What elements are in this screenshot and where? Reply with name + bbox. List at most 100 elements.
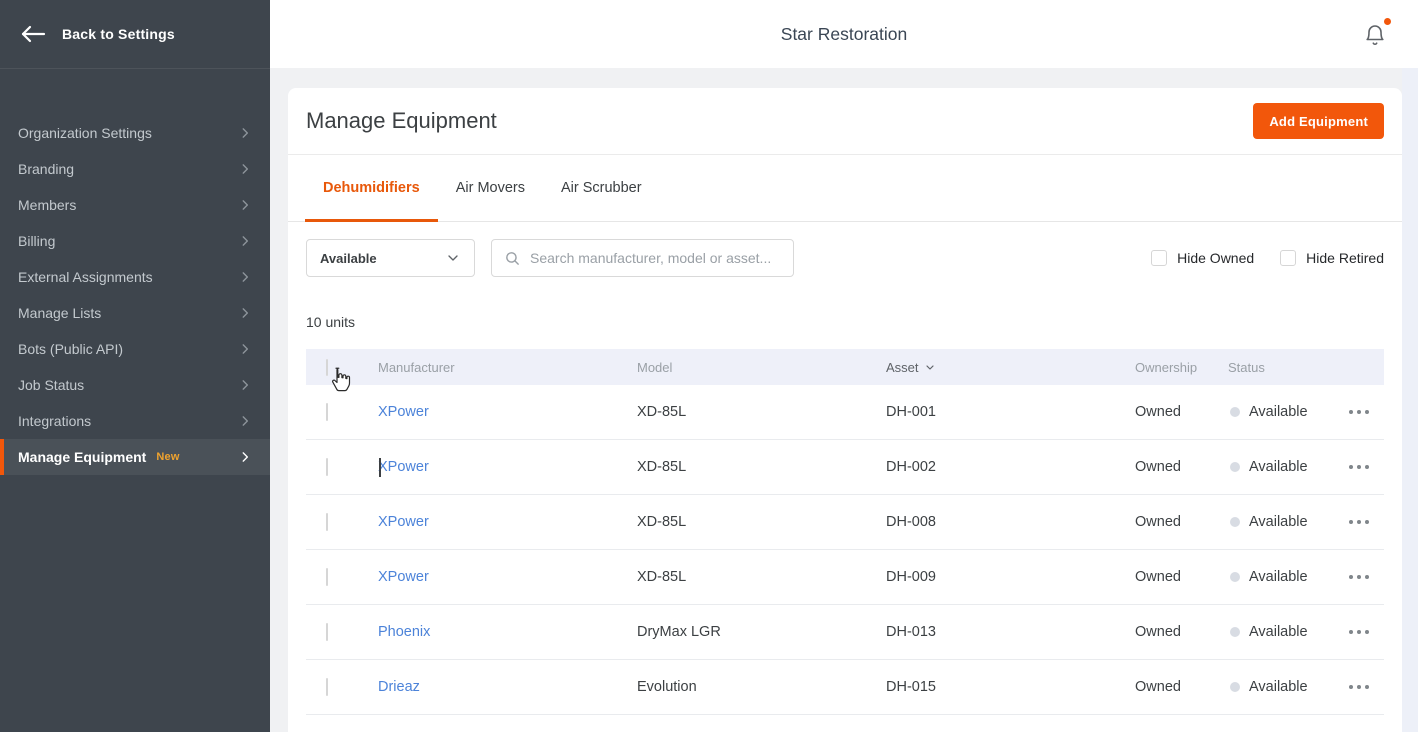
search-input[interactable] bbox=[530, 250, 781, 266]
model-cell: XD-85L bbox=[637, 404, 886, 420]
row-checkbox[interactable] bbox=[326, 568, 328, 586]
manufacturer-link[interactable]: XPower bbox=[378, 459, 429, 475]
ownership-cell: Owned bbox=[1135, 624, 1228, 640]
row-checkbox-cell bbox=[306, 569, 378, 585]
table-row: XPower XD-85L DH-009 Owned Available bbox=[306, 550, 1384, 605]
column-header-asset[interactable]: Asset bbox=[886, 360, 1135, 375]
top-bar: Star Restoration bbox=[270, 0, 1418, 68]
unread-notification-dot bbox=[1384, 18, 1391, 25]
model-cell: DryMax LGR bbox=[637, 624, 886, 640]
row-actions-menu-button[interactable] bbox=[1343, 402, 1375, 422]
sidebar-item-manage-equipment[interactable]: Manage Equipment New bbox=[0, 439, 270, 475]
units-count: 10 units bbox=[306, 314, 1384, 330]
ownership-cell: Owned bbox=[1135, 679, 1228, 695]
row-checkbox[interactable] bbox=[326, 403, 328, 421]
actions-cell bbox=[1343, 457, 1384, 477]
manufacturer-link[interactable]: XPower bbox=[378, 404, 429, 420]
tab-label: Dehumidifiers bbox=[323, 180, 420, 196]
filter-checkbox-hide-retired[interactable]: Hide Retired bbox=[1280, 250, 1384, 266]
chevron-right-icon bbox=[238, 378, 252, 392]
asset-cell: DH-013 bbox=[886, 624, 1135, 640]
status-cell: Available bbox=[1228, 514, 1343, 530]
sidebar-item-organization-settings[interactable]: Organization Settings bbox=[0, 115, 270, 151]
sidebar-item-label: External Assignments bbox=[18, 269, 153, 285]
notifications-button[interactable] bbox=[1360, 20, 1390, 50]
model-cell: XD-85L bbox=[637, 569, 886, 585]
tab-dehumidifiers[interactable]: Dehumidifiers bbox=[305, 155, 438, 221]
asset-cell: DH-009 bbox=[886, 569, 1135, 585]
checkbox-box bbox=[1280, 250, 1296, 266]
column-header-model[interactable]: Model bbox=[637, 360, 886, 375]
back-to-settings-button[interactable]: Back to Settings bbox=[0, 0, 270, 69]
status-dot-icon bbox=[1230, 627, 1240, 637]
model-cell: XD-85L bbox=[637, 459, 886, 475]
manufacturer-link[interactable]: XPower bbox=[378, 514, 429, 530]
main-content: Manage Equipment Add Equipment Dehumidif… bbox=[270, 68, 1418, 732]
table-row: XPower XD-85L DH-008 Owned Available bbox=[306, 495, 1384, 550]
add-equipment-button[interactable]: Add Equipment bbox=[1253, 103, 1384, 139]
table-header-row: Manufacturer Model Asset Ownership Statu… bbox=[306, 349, 1384, 385]
sidebar-item-members[interactable]: Members bbox=[0, 187, 270, 223]
chevron-right-icon bbox=[238, 306, 252, 320]
filter-checkbox-hide-owned[interactable]: Hide Owned bbox=[1151, 250, 1254, 266]
chevron-right-icon bbox=[238, 162, 252, 176]
row-actions-menu-button[interactable] bbox=[1343, 457, 1375, 477]
sidebar-item-bots-public-api[interactable]: Bots (Public API) bbox=[0, 331, 270, 367]
row-actions-menu-button[interactable] bbox=[1343, 677, 1375, 697]
status-label: Available bbox=[1249, 624, 1308, 640]
sidebar-item-label: Manage Lists bbox=[18, 305, 101, 321]
table-row: Drieaz Evolution DH-015 Owned Available bbox=[306, 660, 1384, 715]
manufacturer-link[interactable]: Phoenix bbox=[378, 624, 430, 640]
row-actions-menu-button[interactable] bbox=[1343, 622, 1375, 642]
asset-cell: DH-002 bbox=[886, 459, 1135, 475]
sidebar-item-label: Billing bbox=[18, 233, 55, 249]
filter-row: Available Hide Owned Hide Retired bbox=[306, 239, 1384, 277]
tab-air-scrubber[interactable]: Air Scrubber bbox=[543, 155, 660, 221]
tab-air-movers[interactable]: Air Movers bbox=[438, 155, 543, 221]
status-filter-value: Available bbox=[320, 251, 377, 266]
sidebar-item-external-assignments[interactable]: External Assignments bbox=[0, 259, 270, 295]
bell-icon bbox=[1363, 23, 1387, 47]
model-cell: XD-85L bbox=[637, 514, 886, 530]
sidebar-item-job-status[interactable]: Job Status bbox=[0, 367, 270, 403]
ownership-cell: Owned bbox=[1135, 569, 1228, 585]
page-title: Manage Equipment bbox=[306, 108, 497, 134]
row-actions-menu-button[interactable] bbox=[1343, 512, 1375, 532]
status-dot-icon bbox=[1230, 572, 1240, 582]
status-label: Available bbox=[1249, 514, 1308, 530]
row-checkbox[interactable] bbox=[326, 678, 328, 696]
mouse-pointer-cursor bbox=[327, 366, 351, 393]
new-badge: New bbox=[156, 451, 179, 463]
sidebar-item-billing[interactable]: Billing bbox=[0, 223, 270, 259]
status-label: Available bbox=[1249, 569, 1308, 585]
sidebar-item-label: Organization Settings bbox=[18, 125, 152, 141]
chevron-right-icon bbox=[238, 198, 252, 212]
ownership-cell: Owned bbox=[1135, 514, 1228, 530]
table-body: XPower XD-85L DH-001 Owned Available XPo… bbox=[306, 385, 1384, 715]
status-filter-dropdown[interactable]: Available bbox=[306, 239, 475, 277]
org-title: Star Restoration bbox=[781, 24, 907, 45]
actions-cell bbox=[1343, 677, 1384, 697]
asset-cell: DH-015 bbox=[886, 679, 1135, 695]
manufacturer-link[interactable]: XPower bbox=[378, 569, 429, 585]
sidebar-item-branding[interactable]: Branding bbox=[0, 151, 270, 187]
sidebar-item-integrations[interactable]: Integrations bbox=[0, 403, 270, 439]
sidebar-item-manage-lists[interactable]: Manage Lists bbox=[0, 295, 270, 331]
status-cell: Available bbox=[1228, 459, 1343, 475]
sidebar-item-label: Job Status bbox=[18, 377, 84, 393]
table-row: XPower XD-85L DH-002 Owned Available bbox=[306, 440, 1384, 495]
row-checkbox[interactable] bbox=[326, 513, 328, 531]
row-checkbox-cell bbox=[306, 624, 378, 640]
search-box bbox=[491, 239, 794, 277]
row-actions-menu-button[interactable] bbox=[1343, 567, 1375, 587]
row-checkbox[interactable] bbox=[326, 623, 328, 641]
column-header-ownership[interactable]: Ownership bbox=[1135, 360, 1228, 375]
row-checkbox[interactable] bbox=[326, 458, 328, 476]
status-dot-icon bbox=[1230, 517, 1240, 527]
chevron-right-icon bbox=[238, 234, 252, 248]
status-dot-icon bbox=[1230, 682, 1240, 692]
manufacturer-link[interactable]: Drieaz bbox=[378, 679, 420, 695]
filter-checkbox-group: Hide Owned Hide Retired bbox=[1151, 250, 1384, 266]
column-header-manufacturer[interactable]: Manufacturer bbox=[378, 360, 637, 375]
column-header-status[interactable]: Status bbox=[1228, 360, 1343, 375]
